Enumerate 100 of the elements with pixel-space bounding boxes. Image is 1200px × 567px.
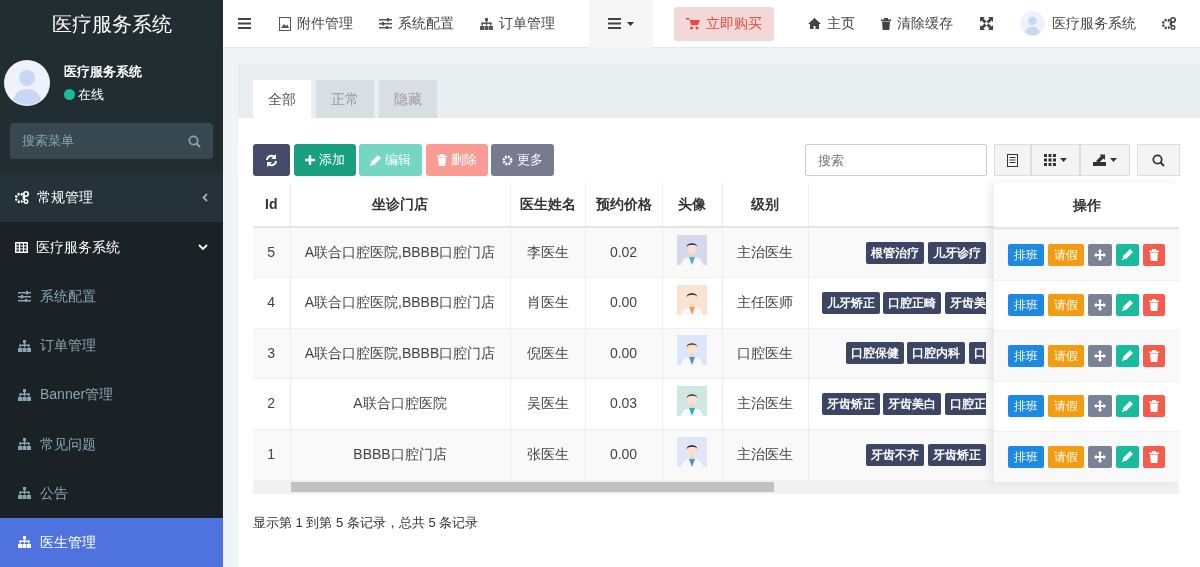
schedule-button[interactable]: 排班: [1008, 395, 1044, 418]
drag-button[interactable]: [1088, 294, 1112, 317]
sitemap-icon: [480, 17, 493, 30]
sidebar-menu-item[interactable]: 常规管理: [0, 172, 223, 223]
menu-icon: [608, 18, 621, 29]
cart-icon: [686, 17, 700, 30]
toggle-view-button[interactable]: [994, 144, 1031, 176]
search-icon: [188, 134, 201, 148]
table-search-field[interactable]: 搜索: [805, 144, 987, 176]
table-cell: 口腔医生: [737, 344, 793, 361]
table-cell: 2: [267, 395, 276, 412]
home-icon: [808, 18, 821, 29]
delete-button[interactable]: [1143, 395, 1165, 418]
nav-link[interactable]: 订单管理: [467, 0, 568, 48]
tag: 牙齿美白: [883, 392, 941, 415]
sitemap-icon: [18, 438, 31, 451]
drag-button[interactable]: [1088, 395, 1112, 418]
schedule-button[interactable]: 排班: [1008, 344, 1044, 367]
gears-icon: [1162, 17, 1176, 30]
sidebar-submenu-item[interactable]: Banner管理: [0, 370, 223, 420]
sitemap-icon: [18, 536, 31, 549]
refresh-icon: [265, 153, 278, 167]
delete-button[interactable]: [1143, 445, 1165, 468]
plus-icon: [304, 155, 315, 165]
filter-tab[interactable]: 全部: [253, 80, 311, 118]
export-button[interactable]: [1080, 144, 1130, 176]
leave-button[interactable]: 请假: [1048, 395, 1084, 418]
move-icon: [1094, 450, 1106, 463]
sidebar-submenu-item[interactable]: 订单管理: [0, 321, 223, 371]
schedule-button[interactable]: 排班: [1008, 294, 1044, 317]
drag-button[interactable]: [1088, 344, 1112, 367]
move-icon: [1094, 349, 1106, 362]
drag-button[interactable]: [1088, 243, 1112, 266]
sidebar-submenu-item[interactable]: 医生管理: [0, 517, 223, 567]
table-cell: A联合口腔医院: [353, 395, 447, 412]
nav-link[interactable]: 主页: [795, 0, 868, 48]
table-cell: 主任医师: [737, 294, 793, 311]
gears-icon: [15, 191, 29, 204]
drag-button[interactable]: [1088, 445, 1112, 468]
delete-button[interactable]: [1143, 294, 1165, 317]
filter-tab[interactable]: 隐藏: [379, 80, 437, 118]
edit-button[interactable]: [1116, 445, 1139, 468]
edit-button[interactable]: [1116, 243, 1139, 266]
search-button[interactable]: [1137, 144, 1180, 176]
tag: 口腔内科: [907, 342, 965, 365]
nav-link[interactable]: 系统配置: [366, 0, 467, 48]
more-button[interactable]: 更多: [491, 144, 554, 176]
sitemap-icon: [18, 487, 31, 500]
column-header: 预约价格: [595, 196, 652, 212]
column-header: Id: [265, 196, 278, 212]
move-icon: [1094, 299, 1106, 312]
refresh-button[interactable]: [253, 144, 290, 176]
table-cell: A联合口腔医院,BBBB口腔门店: [304, 344, 496, 361]
leave-button[interactable]: 请假: [1048, 294, 1084, 317]
search-icon: [1152, 153, 1165, 167]
nav-link[interactable]: 附件管理: [266, 0, 366, 48]
buy-now-button[interactable]: 立即购买: [674, 6, 774, 41]
schedule-button[interactable]: 排班: [1008, 445, 1044, 468]
tag: 根管治疗: [866, 241, 924, 264]
table-cell: 0.03: [609, 395, 638, 412]
pencil-icon: [1122, 249, 1133, 261]
sidebar-menu-item[interactable]: 医疗服务系统: [0, 222, 223, 272]
image-icon: [279, 16, 291, 31]
leave-button[interactable]: 请假: [1048, 445, 1084, 468]
table-cell: 5: [267, 244, 276, 260]
grid-icon: [1044, 154, 1056, 166]
sidebar-submenu-item[interactable]: 系统配置: [0, 272, 223, 322]
table-cell: A联合口腔医院,BBBB口腔门店: [304, 294, 496, 311]
edit-button[interactable]: [1116, 294, 1139, 317]
user-avatar: [1020, 11, 1045, 36]
leave-button[interactable]: 请假: [1048, 344, 1084, 367]
tag: 口腔正: [944, 392, 986, 415]
trash-icon: [1149, 400, 1159, 413]
nav-link[interactable]: 清除缓存: [868, 0, 966, 48]
edit-button[interactable]: [1116, 395, 1139, 418]
columns-button[interactable]: [1031, 144, 1080, 176]
status-dot: [63, 89, 75, 101]
table-cell: 1: [267, 446, 276, 462]
leave-button[interactable]: 请假: [1048, 243, 1084, 266]
column-header: 头像: [678, 196, 706, 212]
sidebar-submenu-item[interactable]: 公告: [0, 468, 223, 518]
dropdown-toggle[interactable]: [589, 0, 653, 48]
gear-icon: [502, 154, 513, 166]
table-cell: 吴医生: [526, 395, 569, 412]
filter-tab[interactable]: 正常: [316, 80, 374, 118]
add-button[interactable]: 添加: [293, 144, 356, 176]
user-menu[interactable]: 医疗服务系统: [1007, 0, 1149, 48]
trash-icon: [1149, 450, 1159, 463]
delete-button[interactable]: [1143, 243, 1165, 266]
schedule-button[interactable]: 排班: [1008, 243, 1044, 266]
trash-icon: [881, 17, 891, 30]
delete-button[interactable]: [1143, 344, 1165, 367]
sidebar-submenu-item[interactable]: 常见问题: [0, 419, 223, 469]
table-cell: 4: [267, 294, 276, 311]
fullscreen-icon: [980, 17, 993, 30]
edit-button[interactable]: [1116, 344, 1139, 367]
tag: 儿牙矫正: [821, 291, 880, 314]
menu-search-field[interactable]: 搜索菜单: [10, 122, 213, 159]
table-cell: 肖医生: [526, 294, 569, 311]
user-status: 在线: [78, 86, 104, 105]
